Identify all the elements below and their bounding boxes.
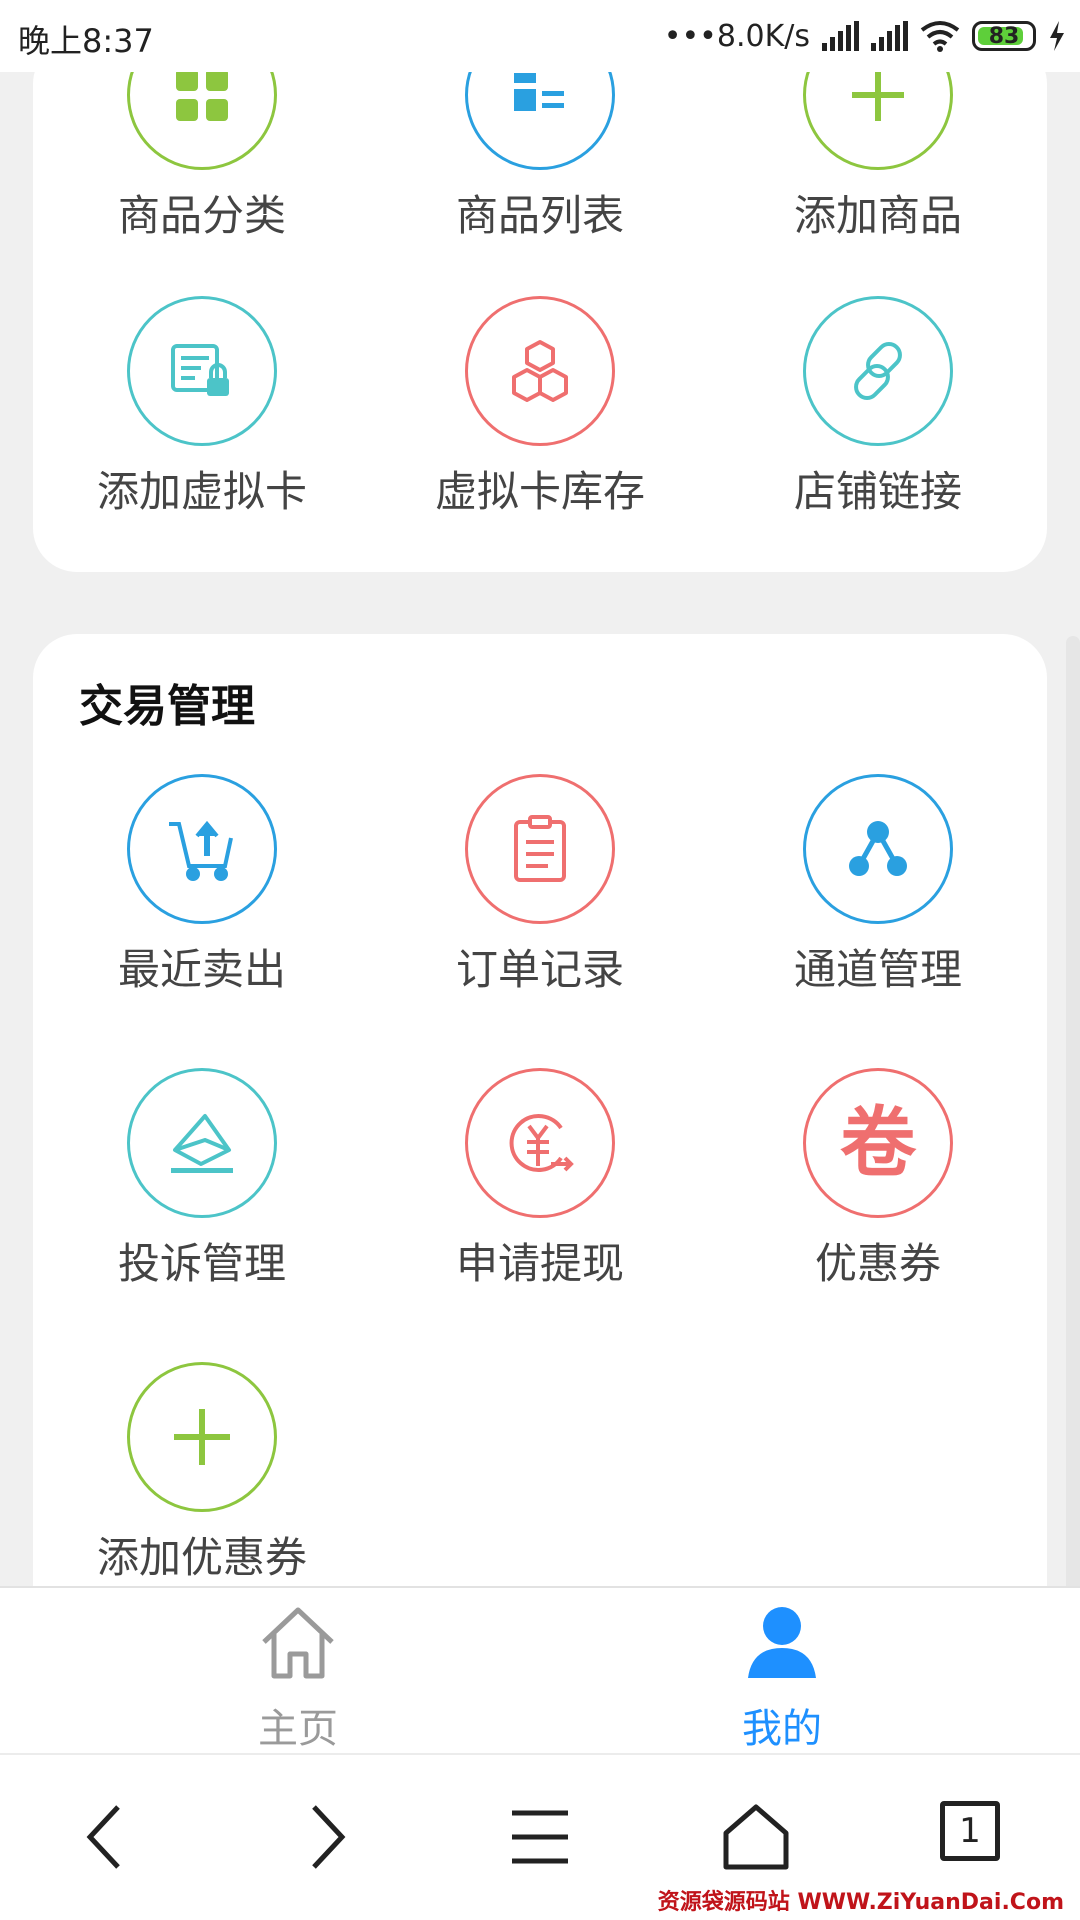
status-time: 晚上8:37 [18, 22, 154, 60]
tabs-switcher-button[interactable]: 1 [932, 1797, 1012, 1877]
shop-link-tile[interactable]: 店铺链接 [709, 296, 1047, 536]
coupon-icon: 卷 [803, 1068, 953, 1218]
boxes-icon [465, 296, 615, 446]
share-nodes-icon [803, 774, 953, 924]
signal-icon [822, 21, 859, 51]
tabs-count-icon: 1 [940, 1801, 1000, 1861]
order-records-tile[interactable]: 订单记录 [371, 774, 709, 1014]
wifi-icon [920, 21, 960, 52]
tab-bar: 主页 我的 [0, 1586, 1080, 1753]
coupon-tile[interactable]: 卷 优惠券 [709, 1068, 1047, 1308]
menu-icon[interactable] [500, 1797, 580, 1877]
cart-upload-icon [127, 774, 277, 924]
watermark: 资源袋源码站 WWW.ZiYuanDai.Com [657, 1890, 1064, 1915]
apply-withdraw-tile[interactable]: 申请提现 [371, 1068, 709, 1308]
add-goods-label: 添加商品 [793, 191, 962, 240]
apply-withdraw-label: 申请提现 [455, 1239, 624, 1288]
status-bar: 晚上8:37 •••8.0K/s 83 [0, 0, 1080, 72]
home-icon [262, 1607, 334, 1679]
envelope-icon [127, 1068, 277, 1218]
battery-icon: 83 [972, 21, 1036, 51]
scrollbar[interactable] [1066, 636, 1080, 1696]
tab-mine-label: 我的 [742, 1706, 822, 1752]
coupon-label: 优惠券 [814, 1239, 941, 1288]
tab-home-label: 主页 [258, 1706, 338, 1752]
user-icon [748, 1607, 816, 1678]
channel-management-tile[interactable]: 通道管理 [709, 774, 1047, 1014]
goods-category-label: 商品分类 [117, 191, 286, 240]
shop-link-label: 店铺链接 [793, 467, 962, 516]
yuan-transfer-icon [465, 1068, 615, 1218]
goods-list-label: 商品列表 [455, 191, 624, 240]
virtual-card-stock-tile[interactable]: 虚拟卡库存 [371, 296, 709, 536]
add-coupon-tile[interactable]: 添加优惠券 [33, 1362, 371, 1602]
add-virtual-card-tile[interactable]: 添加虚拟卡 [33, 296, 371, 536]
goods-management-card: 商品分类 商品列表 添加商品 添加虚拟卡 虚拟卡库存 店铺链接 [33, 20, 1047, 572]
tab-mine[interactable]: 我的 [632, 1588, 932, 1755]
virtual-card-stock-label: 虚拟卡库存 [434, 467, 645, 516]
recent-sold-label: 最近卖出 [117, 945, 286, 994]
link-icon [803, 296, 953, 446]
add-virtual-card-label: 添加虚拟卡 [96, 467, 307, 516]
virtual-card-lock-icon [127, 296, 277, 446]
back-icon[interactable] [68, 1797, 148, 1877]
forward-icon[interactable] [284, 1797, 364, 1877]
signal-icon-2 [871, 21, 908, 51]
trade-management-card: 交易管理 最近卖出 订单记录 通道管理 投诉管理 申请提现 卷 优惠券 添加优惠… [33, 634, 1047, 1634]
browser-toolbar: 1 资源袋源码站 WWW.ZiYuanDai.Com [0, 1753, 1080, 1920]
coupon-glyph: 卷 [840, 1098, 916, 1187]
trade-management-title: 交易管理 [79, 681, 255, 732]
tab-home[interactable]: 主页 [148, 1588, 448, 1755]
order-records-label: 订单记录 [455, 945, 624, 994]
status-icons: •••8.0K/s 83 [664, 14, 1066, 58]
recent-sold-tile[interactable]: 最近卖出 [33, 774, 371, 1014]
plus-icon [127, 1362, 277, 1512]
network-speed: •••8.0K/s [663, 18, 810, 54]
complaint-management-label: 投诉管理 [117, 1239, 286, 1288]
add-coupon-label: 添加优惠券 [96, 1533, 307, 1582]
battery-level: 83 [988, 23, 1020, 49]
home-page-icon[interactable] [716, 1797, 796, 1877]
charging-icon [1050, 21, 1064, 51]
tabs-count: 1 [959, 1811, 981, 1851]
channel-management-label: 通道管理 [793, 945, 962, 994]
complaint-management-tile[interactable]: 投诉管理 [33, 1068, 371, 1308]
clipboard-icon [465, 774, 615, 924]
